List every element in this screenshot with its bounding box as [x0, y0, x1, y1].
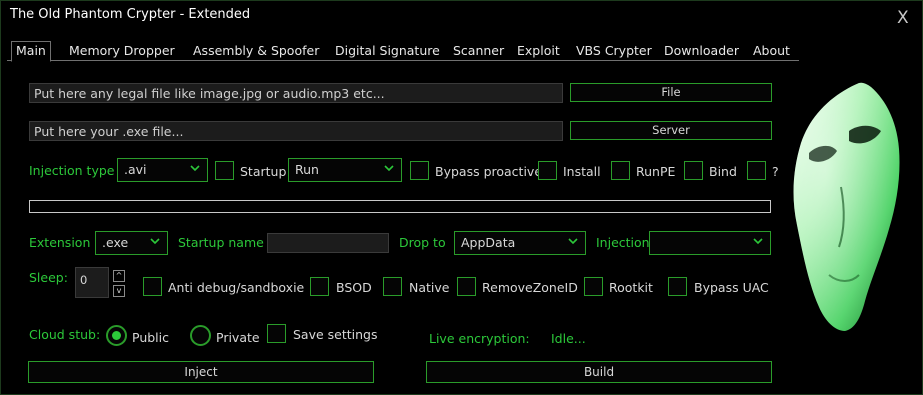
rootkit-label: Rootkit [609, 280, 653, 295]
tab-exploit[interactable]: Exploit [517, 43, 560, 58]
bind-checkbox[interactable] [684, 161, 703, 180]
sleep-label: Sleep: [29, 270, 68, 285]
help-checkbox[interactable] [747, 161, 766, 180]
native-checkbox[interactable] [383, 277, 402, 296]
runpe-checkbox[interactable] [611, 161, 630, 180]
tab-memory-dropper[interactable]: Memory Dropper [69, 43, 175, 58]
anti-debug-checkbox[interactable] [143, 277, 162, 296]
tab-vbs-crypter[interactable]: VBS Crypter [576, 43, 652, 58]
tab-bar: Main Memory Dropper Assembly & Spoofer D… [7, 41, 799, 62]
bypass-uac-label: Bypass UAC [694, 280, 769, 295]
inject-button[interactable]: Inject [28, 361, 374, 383]
chevron-down-icon [568, 238, 578, 245]
window-title: The Old Phantom Crypter - Extended [10, 7, 251, 22]
startup-method-value: Run [295, 162, 319, 177]
private-radio[interactable] [190, 325, 211, 346]
drop-to-label: Drop to [399, 235, 446, 250]
startup-checkbox[interactable] [215, 161, 234, 180]
close-icon[interactable]: X [897, 8, 909, 28]
extension-value: .exe [102, 235, 129, 250]
injection-select[interactable] [649, 231, 771, 255]
tab-digital-signature[interactable]: Digital Signature [335, 43, 440, 58]
public-radio[interactable] [106, 325, 127, 346]
chevron-down-icon [150, 238, 160, 245]
bypass-proactive-label: Bypass proactive [435, 164, 543, 179]
bypass-uac-checkbox[interactable] [668, 277, 687, 296]
injection-type-select[interactable]: .avi [117, 158, 208, 182]
radio-selected-dot [112, 331, 121, 340]
bypass-proactive-checkbox[interactable] [410, 161, 429, 180]
chevron-down-icon [753, 238, 763, 245]
extension-select[interactable]: .exe [95, 231, 168, 255]
rootkit-checkbox[interactable] [584, 277, 603, 296]
injection-type-value: .avi [124, 162, 147, 177]
private-label: Private [216, 330, 260, 345]
startup-name-label: Startup name [178, 235, 264, 250]
startup-name-input[interactable] [267, 233, 389, 253]
tab-downloader[interactable]: Downloader [664, 43, 739, 58]
server-exe-input[interactable]: Put here your .exe file... [29, 121, 563, 141]
startup-label: Startup [240, 164, 287, 179]
drop-to-select[interactable]: AppData [454, 231, 586, 255]
tab-about[interactable]: About [753, 43, 790, 58]
save-settings-label: Save settings [293, 327, 378, 342]
install-checkbox[interactable] [538, 161, 557, 180]
server-button[interactable]: Server [570, 121, 772, 140]
file-button[interactable]: File [570, 83, 772, 102]
bind-label: Bind [709, 164, 737, 179]
tab-main[interactable]: Main [11, 41, 51, 62]
chevron-down-icon [190, 165, 200, 172]
save-settings-checkbox[interactable] [267, 324, 286, 343]
remove-zone-id-checkbox[interactable] [457, 277, 476, 296]
phantom-mask-logo [793, 82, 900, 331]
startup-method-select[interactable]: Run [288, 158, 402, 182]
sleep-increment-button[interactable]: ^ [113, 270, 125, 282]
runpe-label: RunPE [636, 164, 676, 179]
native-label: Native [409, 280, 450, 295]
build-button[interactable]: Build [426, 361, 772, 383]
live-encryption-label: Live encryption: [429, 331, 530, 346]
help-label: ? [772, 164, 779, 179]
remove-zone-id-label: RemoveZoneID [482, 280, 578, 295]
sleep-input[interactable]: 0 [75, 267, 109, 298]
sleep-decrement-button[interactable]: v [113, 285, 125, 297]
extension-label: Extension [29, 235, 91, 250]
anti-debug-label: Anti debug/sandboxie [168, 280, 305, 295]
injection-label: Injection [596, 235, 650, 250]
live-encryption-status: Idle... [551, 331, 586, 346]
drop-to-value: AppData [461, 235, 516, 250]
chevron-down-icon [384, 165, 394, 172]
main-window: The Old Phantom Crypter - Extended X Mai… [0, 0, 923, 395]
public-label: Public [132, 330, 169, 345]
injection-type-label: Injection type [29, 163, 115, 178]
bsod-checkbox[interactable] [310, 277, 329, 296]
legal-file-input[interactable]: Put here any legal file like image.jpg o… [29, 83, 563, 103]
cloud-stub-label: Cloud stub: [29, 327, 101, 342]
install-label: Install [563, 164, 601, 179]
progress-bar [29, 200, 771, 213]
bsod-label: BSOD [336, 280, 372, 295]
tab-scanner[interactable]: Scanner [453, 43, 504, 58]
tab-assembly-spoofer[interactable]: Assembly & Spoofer [193, 43, 319, 58]
